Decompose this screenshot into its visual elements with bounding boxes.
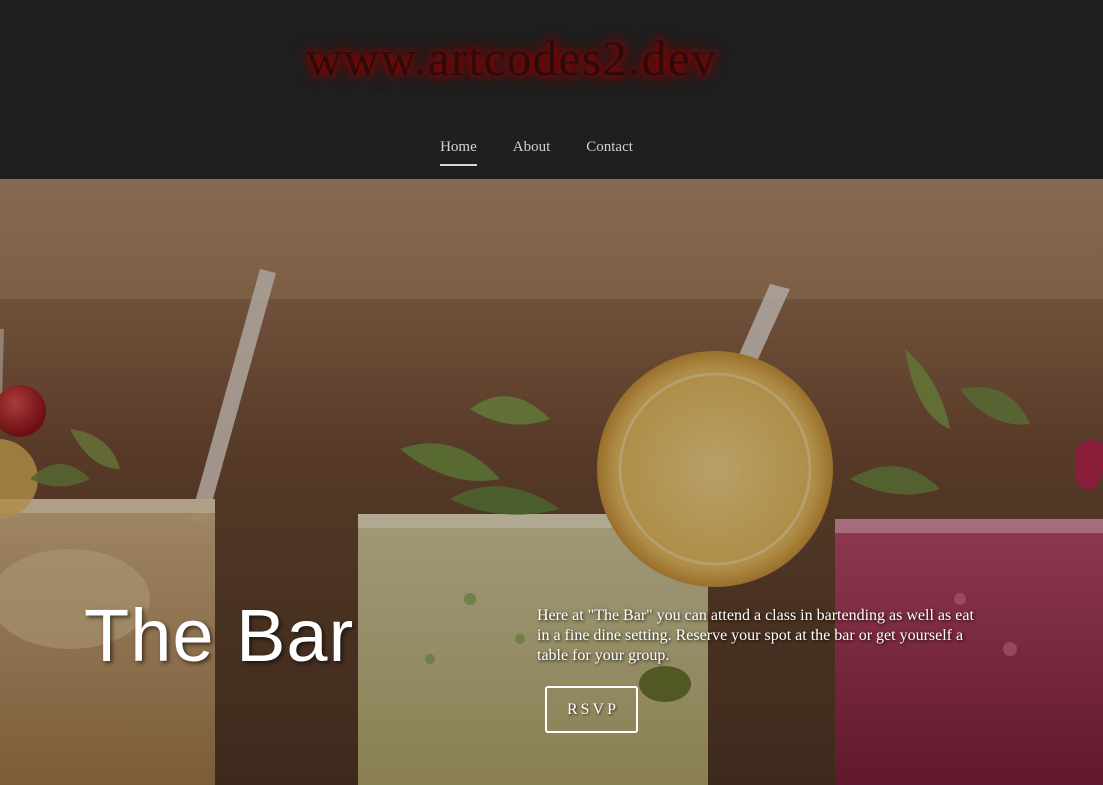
rsvp-button[interactable]: RSVP <box>545 686 638 733</box>
nav-home-link[interactable]: Home <box>440 136 477 166</box>
hero-description: Here at "The Bar" you can attend a class… <box>537 607 974 664</box>
site-header: www.artcodes2.dev Home About Contact <box>0 0 1103 179</box>
nav-contact-link[interactable]: Contact <box>586 136 633 166</box>
main-nav: Home About Contact <box>0 136 1088 166</box>
hero-section: The Bar Here at "The Bar" you can attend… <box>0 179 1103 785</box>
nav-about-link[interactable]: About <box>513 136 551 166</box>
hero-title: The Bar <box>84 594 355 677</box>
site-logo[interactable]: www.artcodes2.dev <box>306 22 776 94</box>
